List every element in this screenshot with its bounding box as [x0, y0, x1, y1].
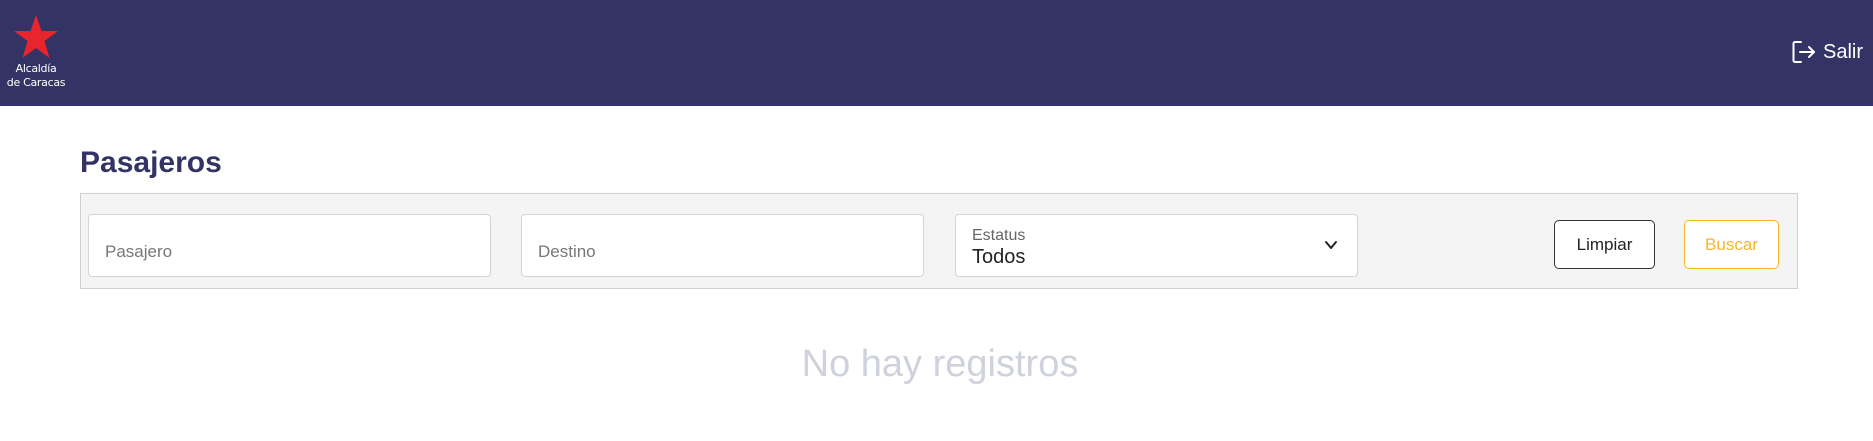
logout-icon [1792, 41, 1815, 63]
logo-text-line1: Alcaldía [15, 62, 57, 75]
page-title: Pasajeros [80, 146, 222, 179]
logo-text: Alcaldía de Caracas [4, 62, 68, 90]
logout-label: Salir [1822, 40, 1863, 63]
destino-field-wrapper [521, 214, 924, 277]
estatus-selected-value: Todos [972, 246, 1026, 268]
destino-input[interactable] [522, 215, 923, 276]
chevron-down-icon [1325, 241, 1337, 249]
pasajero-field-wrapper [88, 214, 491, 277]
empty-results-message: No hay registros [801, 343, 1079, 385]
estatus-select[interactable]: Estatus Todos [955, 214, 1358, 277]
search-button[interactable]: Buscar [1684, 220, 1779, 269]
filter-bar: Estatus Todos Limpiar Buscar [80, 193, 1798, 289]
logout-button[interactable]: Salir [1791, 38, 1863, 66]
pasajero-input[interactable] [89, 215, 490, 276]
red-star-icon [14, 15, 58, 58]
alcaldia-logo[interactable]: Alcaldía de Caracas [4, 14, 68, 92]
clear-button[interactable]: Limpiar [1554, 220, 1655, 269]
estatus-label: Estatus [972, 227, 1026, 244]
logo-text-line2: de Caracas [6, 76, 66, 89]
top-header: Alcaldía de Caracas Salir [0, 0, 1873, 106]
